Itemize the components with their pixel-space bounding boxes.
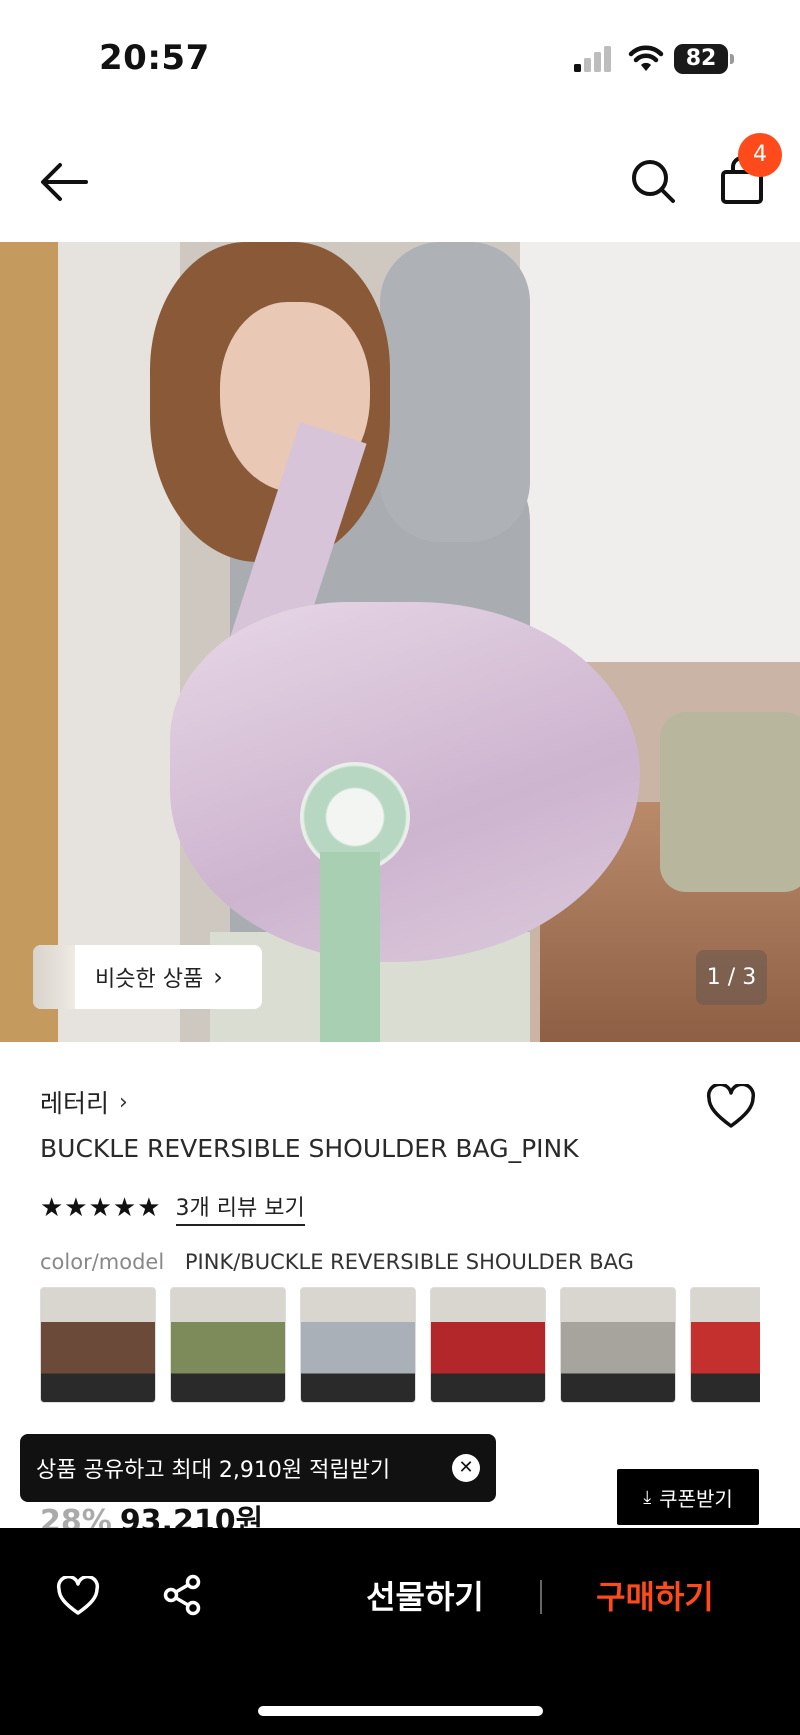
toast-message: 상품 공유하고 최대 2,910원 적립받기 [36, 1458, 391, 1483]
buy-button[interactable]: 구매하기 [580, 1572, 730, 1618]
divider [540, 1580, 542, 1614]
rating-row: ★★★★★ 3개 리뷰 보기 [40, 1190, 305, 1226]
gift-button[interactable]: 선물하기 [350, 1572, 500, 1618]
battery-level: 82 [674, 44, 728, 74]
swatch-thumbnail[interactable] [170, 1287, 286, 1403]
chevron-right-icon: › [119, 1089, 128, 1115]
coupon-label: 쿠폰받기 [659, 1486, 733, 1511]
similar-products-label: 비슷한 상품 [95, 967, 204, 992]
share-icon[interactable] [162, 1574, 202, 1616]
option-value: PINK/BUCKLE REVERSIBLE SHOULDER BAG [184, 1250, 634, 1274]
option-row: color/model PINK/BUCKLE REVERSIBLE SHOUL… [40, 1250, 634, 1274]
download-icon: ⤓ [643, 1486, 652, 1508]
image-page-indicator: 1 / 3 [696, 950, 767, 1005]
top-nav [0, 120, 800, 242]
chevron-right-icon: › [213, 963, 223, 991]
close-icon[interactable]: ✕ [452, 1454, 480, 1482]
option-label: color/model [40, 1250, 165, 1274]
bottom-action-bar: 선물하기 구매하기 [0, 1528, 800, 1735]
swatch-thumbnail[interactable] [430, 1287, 546, 1403]
brand-link[interactable]: 레터리 › [40, 1084, 128, 1120]
status-bar: 20:57 82 [0, 0, 800, 120]
status-time: 20:57 [99, 38, 210, 78]
cellular-signal-icon [574, 46, 611, 72]
star-rating: ★★★★★ [40, 1193, 162, 1223]
share-reward-toast: 상품 공유하고 최대 2,910원 적립받기 ✕ [20, 1434, 496, 1502]
coupon-download-button[interactable]: ⤓ 쿠폰받기 [617, 1469, 759, 1525]
heart-icon[interactable] [56, 1576, 100, 1616]
wifi-icon [628, 45, 664, 71]
swatch-thumbnail[interactable] [560, 1287, 676, 1403]
cart-count-badge: 4 [738, 133, 782, 177]
view-reviews-link[interactable]: 3개 리뷰 보기 [175, 1190, 305, 1226]
swatch-thumbnail[interactable] [300, 1287, 416, 1403]
home-indicator [258, 1706, 543, 1716]
product-title: BUCKLE REVERSIBLE SHOULDER BAG_PINK [40, 1134, 579, 1163]
back-arrow-icon[interactable] [38, 160, 90, 204]
search-icon[interactable] [630, 158, 676, 204]
color-model-swatches [40, 1287, 760, 1405]
heart-icon[interactable] [706, 1084, 756, 1130]
similar-product-thumbnail [33, 945, 75, 1009]
similar-products-button[interactable]: 비슷한 상품 › [33, 945, 262, 1009]
swatch-thumbnail[interactable] [40, 1287, 156, 1403]
swatch-thumbnail[interactable] [690, 1287, 760, 1403]
battery-icon: 82 [674, 44, 734, 74]
brand-name: 레터리 [40, 1089, 110, 1118]
product-image[interactable] [0, 242, 800, 1042]
